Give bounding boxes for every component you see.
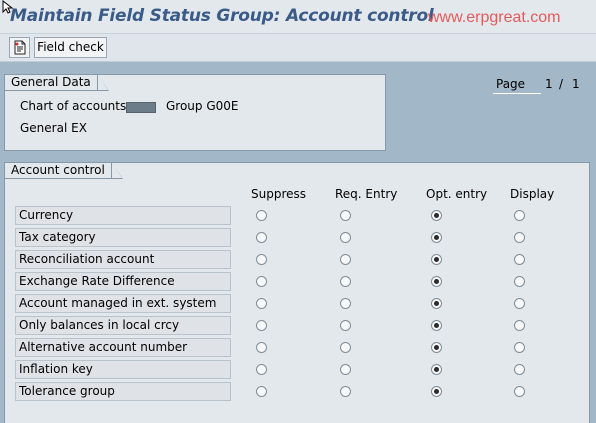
application-toolbar: Field check <box>0 34 596 62</box>
radio-display[interactable] <box>514 254 525 265</box>
field-label: Exchange Rate Difference <box>15 272 231 291</box>
radio-display[interactable] <box>514 232 525 243</box>
page-indicator: Page 1 / 1 <box>493 76 587 94</box>
page-total: 1 <box>572 77 580 91</box>
field-label: Account managed in ext. system <box>15 294 231 313</box>
radio-display[interactable] <box>514 364 525 375</box>
column-header-suppress: Suppress <box>251 187 307 201</box>
radio-opt-entry[interactable] <box>431 254 442 265</box>
mouse-cursor-icon <box>2 0 14 14</box>
radio-req-entry[interactable] <box>340 386 351 397</box>
radio-req-entry[interactable] <box>340 210 351 221</box>
radio-suppress[interactable] <box>256 364 267 375</box>
radio-opt-entry[interactable] <box>431 386 442 397</box>
column-header-display: Display <box>510 187 555 201</box>
radio-display[interactable] <box>514 276 525 287</box>
general-data-group: General Data Chart of accounts Group G00… <box>4 74 386 151</box>
chart-of-accounts-label: Chart of accounts <box>20 99 127 113</box>
radio-suppress[interactable] <box>256 342 267 353</box>
content-area: General Data Chart of accounts Group G00… <box>0 62 596 423</box>
account-control-group: Account control Suppress Req. Entry Opt.… <box>4 162 590 423</box>
field-label: Alternative account number <box>15 338 231 357</box>
watermark-text: www.erpgreat.com <box>428 9 561 26</box>
radio-opt-entry[interactable] <box>431 298 442 309</box>
radio-req-entry[interactable] <box>340 254 351 265</box>
radio-display[interactable] <box>514 298 525 309</box>
general-data-title: General Data <box>4 74 109 91</box>
page-title: Maintain Field Status Group: Account con… <box>10 6 434 26</box>
column-header-req-entry: Req. Entry <box>335 187 398 201</box>
account-control-title: Account control <box>4 162 123 179</box>
radio-suppress[interactable] <box>256 276 267 287</box>
field-label: Reconciliation account <box>15 250 231 269</box>
field-label: Only balances in local crcy <box>15 316 231 335</box>
radio-suppress[interactable] <box>256 320 267 331</box>
radio-req-entry[interactable] <box>340 320 351 331</box>
radio-display[interactable] <box>514 386 525 397</box>
field-label: Tax category <box>15 228 231 247</box>
field-status-group-label: Group G00E <box>166 99 239 113</box>
radio-req-entry[interactable] <box>340 232 351 243</box>
radio-suppress[interactable] <box>256 386 267 397</box>
radio-req-entry[interactable] <box>340 276 351 287</box>
column-header-opt-entry: Opt. entry <box>426 187 488 201</box>
radio-opt-entry[interactable] <box>431 210 442 221</box>
page-label: Page <box>493 76 541 94</box>
field-label: Tolerance group <box>15 382 231 401</box>
radio-suppress[interactable] <box>256 298 267 309</box>
radio-opt-entry[interactable] <box>431 342 442 353</box>
field-check-button[interactable]: Field check <box>34 37 107 58</box>
display-document-button[interactable] <box>9 37 30 58</box>
radio-display[interactable] <box>514 342 525 353</box>
radio-suppress[interactable] <box>256 254 267 265</box>
radio-opt-entry[interactable] <box>431 364 442 375</box>
page-current: 1 <box>545 77 553 91</box>
radio-opt-entry[interactable] <box>431 320 442 331</box>
radio-req-entry[interactable] <box>340 298 351 309</box>
radio-req-entry[interactable] <box>340 364 351 375</box>
group-description: General EX <box>20 121 87 135</box>
general-data-title-text: General Data <box>11 75 91 89</box>
radio-suppress[interactable] <box>256 210 267 221</box>
field-label: Inflation key <box>15 360 231 379</box>
field-label: Currency <box>15 206 231 225</box>
chart-of-accounts-value <box>126 102 156 113</box>
page-separator: / <box>559 77 564 91</box>
radio-req-entry[interactable] <box>340 342 351 353</box>
radio-opt-entry[interactable] <box>431 276 442 287</box>
title-bar: Maintain Field Status Group: Account con… <box>0 0 596 34</box>
radio-display[interactable] <box>514 210 525 221</box>
radio-display[interactable] <box>514 320 525 331</box>
display-document-icon <box>14 40 25 55</box>
radio-suppress[interactable] <box>256 232 267 243</box>
account-control-title-text: Account control <box>11 163 105 177</box>
radio-opt-entry[interactable] <box>431 232 442 243</box>
